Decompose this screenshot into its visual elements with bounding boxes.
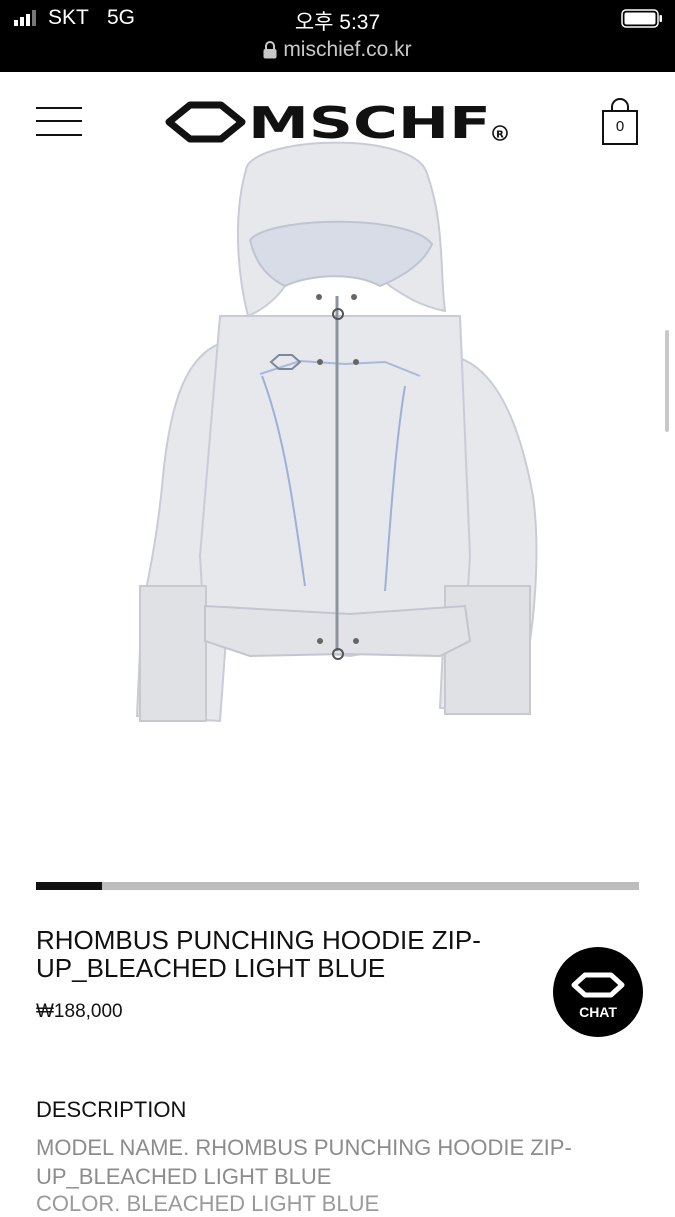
lock-icon — [263, 41, 277, 59]
product-title: RHOMBUS PUNCHING HOODIE ZIP-UP_BLEACHED … — [36, 925, 481, 983]
description-heading: DESCRIPTION — [36, 1097, 187, 1122]
chat-icon — [571, 972, 625, 998]
hamburger-icon — [36, 107, 82, 109]
url-text: mischief.co.kr — [283, 38, 412, 61]
hamburger-menu-button[interactable] — [36, 107, 82, 137]
chat-button[interactable]: CHAT — [553, 947, 643, 1037]
description-model-name: MODEL NAME. RHOMBUS PUNCHING HOODIE ZIP-… — [36, 1135, 572, 1189]
cart-count: 0 — [615, 118, 625, 135]
hamburger-icon-line — [36, 120, 82, 122]
gallery-progress-indicator — [36, 882, 103, 890]
page-scrollbar[interactable] — [665, 330, 669, 432]
battery-icon — [621, 9, 662, 28]
description-color-line: COLOR. BLEACHED LIGHT BLUE — [36, 1191, 380, 1216]
product-price: ₩188,000 — [36, 1001, 123, 1022]
chat-label: CHAT — [579, 1004, 617, 1020]
status-bar: SKT 5G 오후 5:37 mischief.co.kr — [0, 0, 675, 72]
gallery-progress-bar[interactable] — [36, 882, 639, 890]
clock: 오후 5:37 — [294, 11, 381, 34]
address-bar[interactable]: mischief.co.kr — [0, 38, 675, 62]
product-image[interactable] — [0, 136, 675, 846]
